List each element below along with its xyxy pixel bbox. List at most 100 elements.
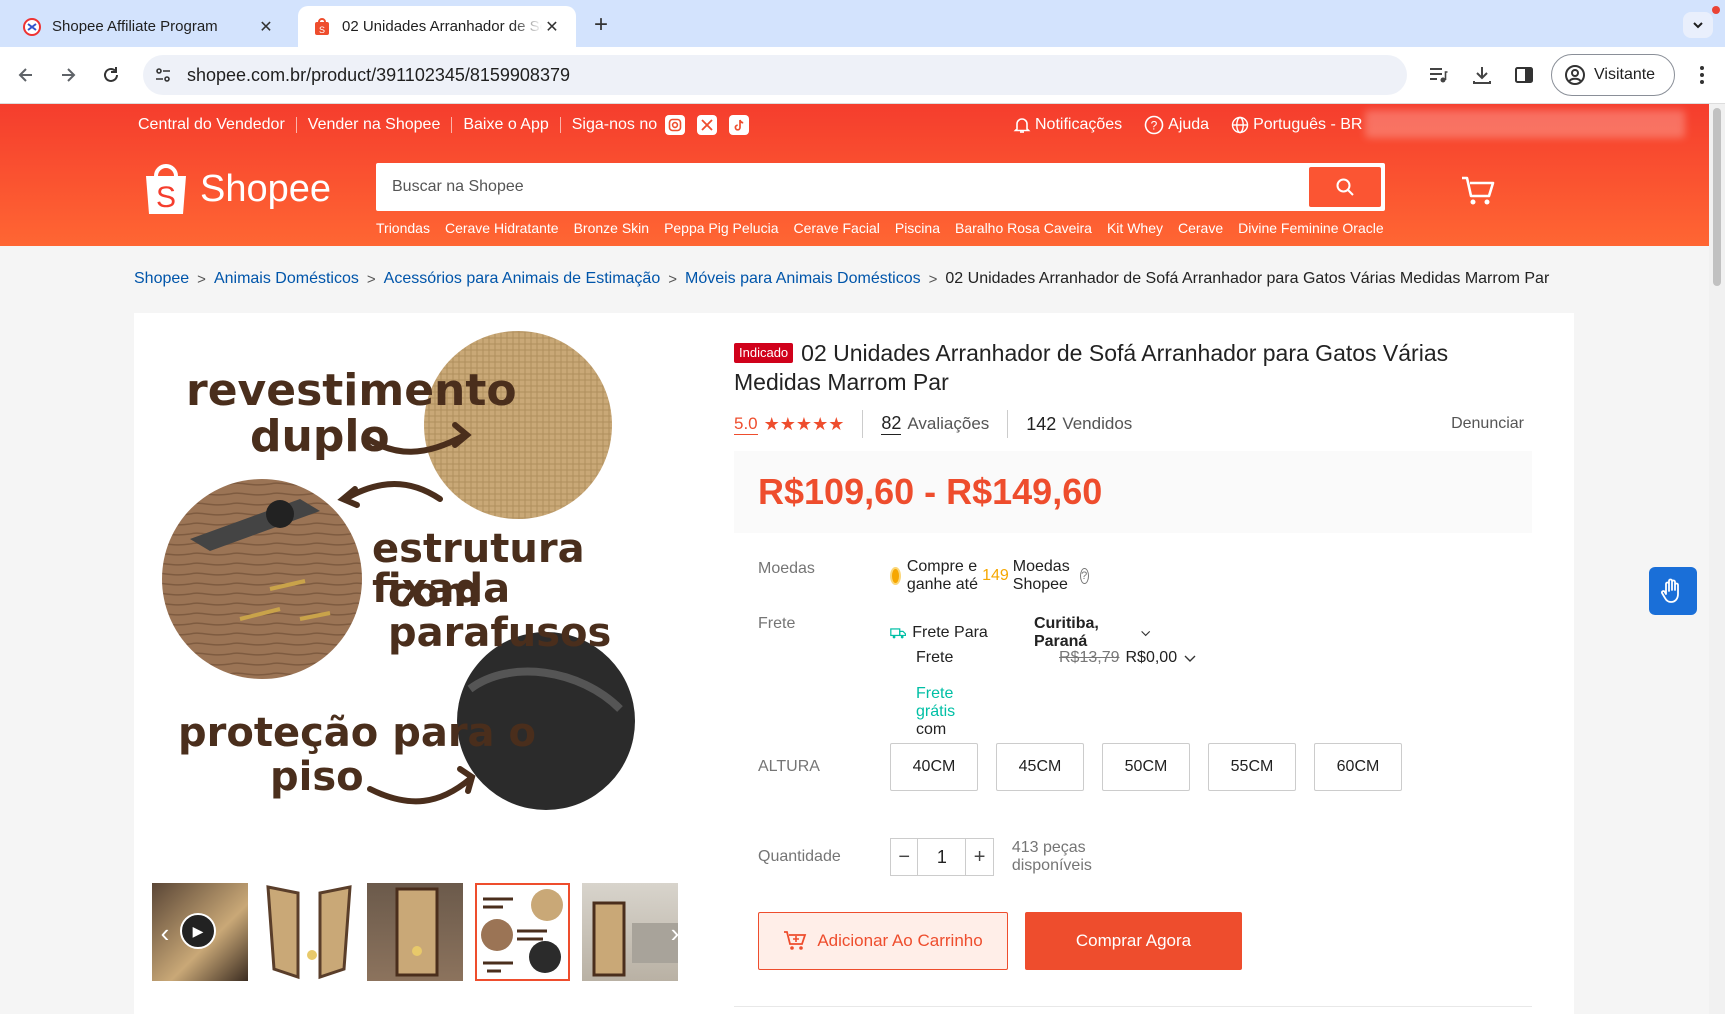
notification-dot <box>1712 6 1720 14</box>
more-vert-icon <box>1700 66 1704 84</box>
divider <box>1007 410 1009 438</box>
download-app-link[interactable]: Baixe o App <box>463 116 548 134</box>
page-scrollbar[interactable] <box>1709 104 1725 1014</box>
forward-button[interactable] <box>52 59 84 91</box>
indicated-badge: Indicado <box>734 343 794 363</box>
product-main-image[interactable]: revestimento duplo estrutura fixada com … <box>150 329 690 869</box>
chevron-right-icon: > <box>366 270 376 288</box>
chevron-down-icon[interactable] <box>1183 651 1197 665</box>
breadcrumb: Shopee > Animais Domésticos > Acessórios… <box>134 270 1549 288</box>
rating-value[interactable]: 5.0 <box>734 414 758 435</box>
thumbnail-prev-button[interactable]: ‹ <box>152 915 178 951</box>
downloads-button[interactable] <box>1466 59 1498 91</box>
suggestion-link[interactable]: Cerave <box>1178 220 1223 236</box>
profile-button[interactable]: Visitante <box>1551 54 1675 96</box>
url-text[interactable]: shopee.com.br/product/391102345/81599083… <box>187 65 570 86</box>
breadcrumb-link[interactable]: Acessórios para Animais de Estimação <box>384 270 661 288</box>
tab-title: Shopee Affiliate Program <box>52 18 218 35</box>
buy-now-button[interactable]: Comprar Agora <box>1025 912 1242 970</box>
new-fee[interactable]: R$0,00 <box>1126 649 1178 667</box>
reviews-label: Avaliações <box>907 414 990 433</box>
reload-button[interactable] <box>95 59 127 91</box>
increase-quantity-button[interactable]: + <box>965 838 994 876</box>
blurred-account-area <box>1365 110 1685 138</box>
sign-language-widget-button[interactable] <box>1649 567 1697 615</box>
coins-label: Moedas <box>758 560 815 577</box>
search-button[interactable] <box>1309 167 1381 207</box>
close-tab-icon[interactable]: ✕ <box>542 17 562 37</box>
media-controls-button[interactable] <box>1422 59 1454 91</box>
suggestion-link[interactable]: Divine Feminine Oracle <box>1238 220 1384 236</box>
tiktok-icon[interactable] <box>729 115 750 135</box>
ship-to-city[interactable]: Curitiba, Paraná <box>1034 615 1134 651</box>
quantity-input[interactable]: 1 <box>918 838 966 876</box>
arrow-left-icon <box>18 68 32 82</box>
star-icon: ★ <box>812 413 829 434</box>
suggestion-link[interactable]: Kit Whey <box>1107 220 1163 236</box>
size-option-40cm[interactable]: 40CM <box>890 743 978 791</box>
size-option-55cm[interactable]: 55CM <box>1208 743 1296 791</box>
new-tab-button[interactable]: + <box>588 11 614 38</box>
suggestion-link[interactable]: Baralho Rosa Caveira <box>955 220 1092 236</box>
arrow-right-icon <box>62 68 76 82</box>
add-cart-icon <box>784 931 807 950</box>
shopee-logo[interactable]: S Shopee <box>142 162 331 216</box>
sell-link[interactable]: Vender na Shopee <box>308 116 441 134</box>
suggestion-link[interactable]: Triondas <box>376 220 430 236</box>
site-info-icon[interactable] <box>153 65 177 85</box>
side-panel-button[interactable] <box>1508 59 1540 91</box>
report-link[interactable]: Denunciar <box>1451 415 1524 433</box>
chevron-down-icon[interactable] <box>1140 626 1151 640</box>
tab-search-button[interactable] <box>1683 12 1713 38</box>
scrollbar-thumb[interactable] <box>1713 108 1721 286</box>
video-play-icon[interactable]: ▶ <box>180 913 216 949</box>
size-option-60cm[interactable]: 60CM <box>1314 743 1402 791</box>
close-tab-icon[interactable]: ✕ <box>256 17 276 37</box>
image-caption: revestimento <box>186 365 517 416</box>
language-selector[interactable]: Português - BR <box>1231 116 1362 134</box>
suggestion-link[interactable]: Cerave Facial <box>793 220 879 236</box>
breadcrumb-current: 02 Unidades Arranhador de Sofá Arranhado… <box>945 270 1550 287</box>
help-icon: ? <box>1144 115 1164 135</box>
thumbnail[interactable] <box>259 883 356 981</box>
help-link[interactable]: ? Ajuda <box>1144 115 1209 135</box>
tab-product[interactable]: S 02 Unidades Arranhador de Sofá Arranha… <box>298 6 576 47</box>
size-option-45cm[interactable]: 45CM <box>996 743 1084 791</box>
breadcrumb-link[interactable]: Animais Domésticos <box>214 270 359 288</box>
thumbnail[interactable] <box>367 883 463 981</box>
ship-to-row: Frete Para Curitiba, Paraná <box>890 615 1151 651</box>
back-button[interactable] <box>10 59 42 91</box>
size-options: 40CM 45CM 50CM 55CM 60CM <box>890 743 1420 791</box>
suggestion-link[interactable]: Peppa Pig Pelucia <box>664 220 778 236</box>
browser-tab-strip: Shopee Affiliate Program ✕ S 02 Unidades… <box>0 0 1725 47</box>
x-twitter-icon[interactable] <box>697 115 718 135</box>
cart-button[interactable] <box>1460 174 1496 208</box>
instagram-icon[interactable] <box>665 115 686 135</box>
star-icon: ★ <box>795 413 813 434</box>
thumbnail-next-button[interactable]: › <box>662 915 688 951</box>
thumbnail-strip: ▶ ‹ › <box>152 883 690 983</box>
thumbnail-selected[interactable] <box>474 883 571 981</box>
suggestion-link[interactable]: Cerave Hidratante <box>445 220 559 236</box>
browser-menu-button[interactable] <box>1690 59 1714 91</box>
svg-text:?: ? <box>1151 119 1158 133</box>
suggestion-link[interactable]: Piscina <box>895 220 940 236</box>
breadcrumb-link[interactable]: Móveis para Animais Domésticos <box>685 270 921 288</box>
breadcrumb-link[interactable]: Shopee <box>134 270 189 288</box>
search-input[interactable] <box>376 167 1309 207</box>
rating-row: 5.0 ★ ★ ★ ★ ★ 82 Avaliações 142 Vendidos Den… <box>734 409 1524 439</box>
size-label: ALTURA <box>758 758 820 775</box>
help-icon[interactable]: ? <box>1079 568 1089 584</box>
seller-center-link[interactable]: Central do Vendedor <box>138 116 285 134</box>
star-icon: ★ <box>779 413 796 434</box>
size-option-50cm[interactable]: 50CM <box>1102 743 1190 791</box>
notifications-link[interactable]: Notificações <box>1013 116 1122 134</box>
suggestion-link[interactable]: Bronze Skin <box>574 220 649 236</box>
decrease-quantity-button[interactable]: − <box>890 838 919 876</box>
tab-shopee-affiliate[interactable]: Shopee Affiliate Program ✕ <box>8 6 290 47</box>
hand-sign-icon <box>1661 578 1679 603</box>
address-bar[interactable]: shopee.com.br/product/391102345/81599083… <box>143 55 1407 95</box>
reviews-count[interactable]: 82 <box>881 413 902 435</box>
chevron-down-icon <box>1693 22 1703 29</box>
add-to-cart-button[interactable]: Adicionar Ao Carrinho <box>758 912 1008 970</box>
